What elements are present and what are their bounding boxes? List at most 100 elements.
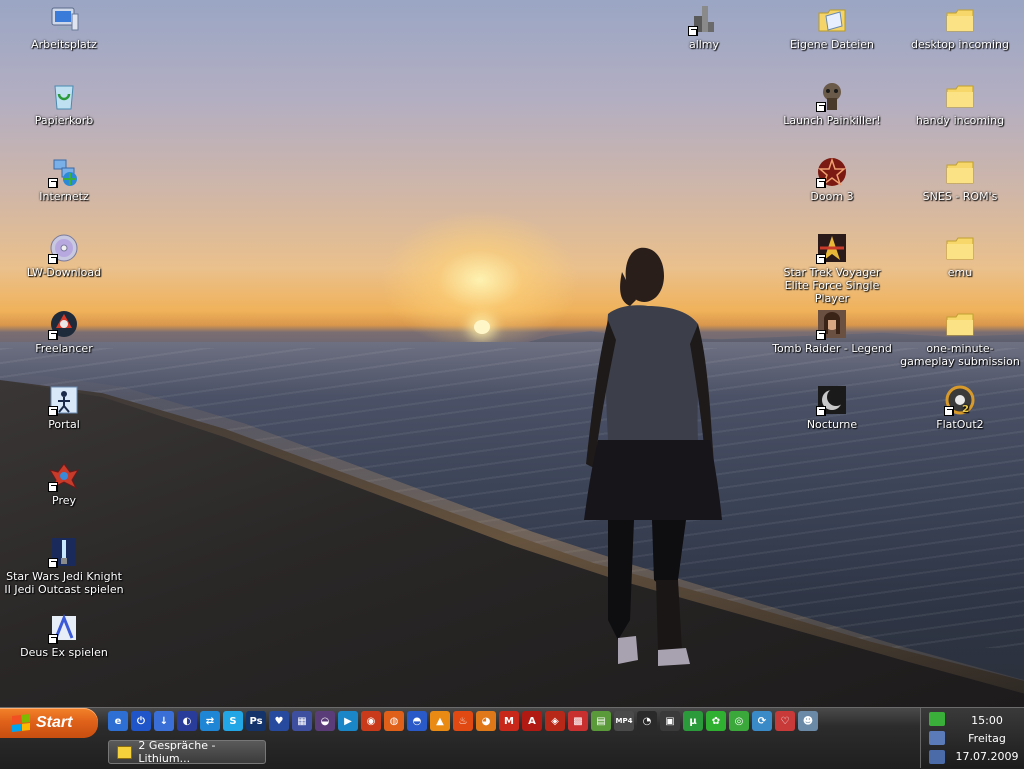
desktop-icon-nocturne[interactable]: Nocturne: [772, 384, 892, 431]
sync-icon[interactable]: ⟳: [752, 711, 772, 731]
taskbar-button-chat[interactable]: 2 Gespräche - Lithium...: [108, 739, 266, 765]
winamp-icon[interactable]: ◉: [361, 711, 381, 731]
shortcut-arrow-icon: [48, 634, 58, 644]
tomb-raider-icon: [816, 308, 848, 340]
firefox-icon[interactable]: ◍: [384, 711, 404, 731]
desktop-icon-freelancer[interactable]: Freelancer: [4, 308, 124, 355]
desktop-icon-network[interactable]: Internetz: [4, 156, 124, 203]
grid-icon[interactable]: ▩: [568, 711, 588, 731]
prey-icon: [48, 460, 80, 492]
desktop-icon-label: Launch Painkiller!: [783, 114, 881, 127]
desktop-icon-star-trek[interactable]: Star Trek Voyager Elite Force Single Pla…: [772, 232, 892, 305]
utorrent-icon[interactable]: μ: [683, 711, 703, 731]
heart-icon[interactable]: ♥: [269, 711, 289, 731]
desktop-icon-label: Freelancer: [35, 342, 93, 355]
deus-ex-icon: [48, 612, 80, 644]
network-tray-icon[interactable]: [929, 731, 945, 745]
desktop-icon-label: LW-Download: [26, 266, 102, 279]
desktop-icon-painkiller[interactable]: Launch Painkiller!: [772, 80, 892, 127]
heart-map-icon[interactable]: ♡: [775, 711, 795, 731]
desktop-icon-cd[interactable]: LW-Download: [4, 232, 124, 279]
desktop-icon-doom3[interactable]: Doom 3: [772, 156, 892, 203]
sunset-icon[interactable]: ◒: [315, 711, 335, 731]
globe-icon[interactable]: ◐: [177, 711, 197, 731]
desktop-icon-label: Portal: [48, 418, 80, 431]
allmy-icon: [688, 4, 720, 36]
shortcut-arrow-icon: [816, 178, 826, 188]
desktop-icon-tomb-raider[interactable]: Tomb Raider - Legend: [772, 308, 892, 355]
photoshop-icon[interactable]: Ps: [246, 711, 266, 731]
desktop-icon-portal[interactable]: Portal: [4, 384, 124, 431]
image-icon[interactable]: ▦: [292, 711, 312, 731]
desktop-icon-label: emu: [947, 266, 973, 279]
power-icon[interactable]: ⏻: [131, 711, 151, 731]
doom3-icon: [816, 156, 848, 188]
monitor-tray-icon[interactable]: [929, 750, 945, 764]
desktop-icon-deus-ex[interactable]: Deus Ex spielen: [4, 612, 124, 659]
desktop-icon-folder[interactable]: one-minute-gameplay submission: [900, 308, 1020, 368]
desktop-icon-allmy[interactable]: allmy: [644, 4, 764, 51]
shortcut-arrow-icon: [48, 330, 58, 340]
chat-window-icon: [117, 745, 133, 759]
desktop-icon-label: Arbeitsplatz: [31, 38, 97, 51]
desktop-icon-folder[interactable]: desktop incoming: [900, 4, 1020, 51]
vlc-icon[interactable]: ▲: [430, 711, 450, 731]
desktop-icon-computer[interactable]: Arbeitsplatz: [4, 4, 124, 51]
my-documents-icon: [816, 4, 848, 36]
flame-icon[interactable]: ♨: [453, 711, 473, 731]
desktop-icon-jedi-knight[interactable]: Star Wars Jedi Knight II Jedi Outcast sp…: [4, 536, 124, 596]
recycle-bin-icon: [48, 80, 80, 112]
desktop-icon-label: Papierkorb: [34, 114, 94, 127]
desktop-icon-folder[interactable]: SNES - ROM's: [900, 156, 1020, 203]
desktop-icon-label: Deus Ex spielen: [20, 646, 108, 659]
blender-icon[interactable]: ◕: [476, 711, 496, 731]
folder-icon: [944, 308, 976, 340]
quick-launch-bar: e ⏻ ↓ ◐ ⇄ S Ps ♥ ▦ ◒ ▶ ◉ ◍ ◓ ▲ ♨ ◕ M A ◈ ▩ ▤ MP4 ◔ ▣ μ ✿ ◎ ⟳ ♡ ☻: [108, 711, 818, 733]
desktop-icon-label: Star Trek Voyager Elite Force Single Pla…: [783, 266, 881, 305]
gmail-icon[interactable]: M: [499, 711, 519, 731]
task-label: 2 Gespräche - Lithium...: [138, 739, 216, 765]
desktop-icon-recycle-bin[interactable]: Papierkorb: [4, 80, 124, 127]
icq-tray-icon[interactable]: [929, 712, 945, 726]
steam-icon[interactable]: ◔: [637, 711, 657, 731]
opera-icon[interactable]: ◓: [407, 711, 427, 731]
shortcut-arrow-icon: [816, 406, 826, 416]
skype-icon[interactable]: S: [223, 711, 243, 731]
freelancer-icon: [48, 308, 80, 340]
desktop-icon-label: Star Wars Jedi Knight II Jedi Outcast sp…: [4, 570, 124, 596]
download-icon[interactable]: ↓: [154, 711, 174, 731]
media-icon[interactable]: ◈: [545, 711, 565, 731]
shortcut-arrow-icon: [816, 254, 826, 264]
desktop-icon-label: Nocturne: [806, 418, 858, 431]
acrobat-icon[interactable]: A: [522, 711, 542, 731]
folder-icon: [944, 4, 976, 36]
start-button[interactable]: Start: [0, 708, 98, 738]
clock[interactable]: 15:00 Freitag 17.07.2009: [949, 712, 1024, 766]
sun: [474, 320, 490, 334]
desktop-icon-folder[interactable]: handy incoming: [900, 80, 1020, 127]
user-icon[interactable]: ☻: [798, 711, 818, 731]
painkiller-icon: [816, 80, 848, 112]
network-icon: [48, 156, 80, 188]
system-tray: 15:00 Freitag 17.07.2009: [920, 708, 1024, 768]
desktop-icon-my-documents[interactable]: Eigene Dateien: [772, 4, 892, 51]
media-player-icon[interactable]: ▶: [338, 711, 358, 731]
system-icon[interactable]: ▣: [660, 711, 680, 731]
star-trek-icon: [816, 232, 848, 264]
desktop-icon-label: SNES - ROM's: [922, 190, 998, 203]
notepad-icon[interactable]: ▤: [591, 711, 611, 731]
icq-icon[interactable]: ✿: [706, 711, 726, 731]
teamviewer-icon[interactable]: ⇄: [200, 711, 220, 731]
ie-icon[interactable]: e: [108, 711, 128, 731]
desktop-icon-prey[interactable]: Prey: [4, 460, 124, 507]
desktop-icon-label: Eigene Dateien: [789, 38, 875, 51]
mp4-avi-icon[interactable]: MP4: [614, 711, 634, 731]
desktop-icon-folder[interactable]: emu: [900, 232, 1020, 279]
desktop-icon-label: desktop incoming: [911, 38, 1009, 51]
desktop-icon-flatout2[interactable]: 2 FlatOut2: [900, 384, 1020, 431]
portal-icon: [48, 384, 80, 416]
recorder-icon[interactable]: ◎: [729, 711, 749, 731]
clock-day: Freitag: [968, 732, 1006, 745]
desktop-icon-label: allmy: [688, 38, 720, 51]
desktop-icon-label: handy incoming: [915, 114, 1005, 127]
